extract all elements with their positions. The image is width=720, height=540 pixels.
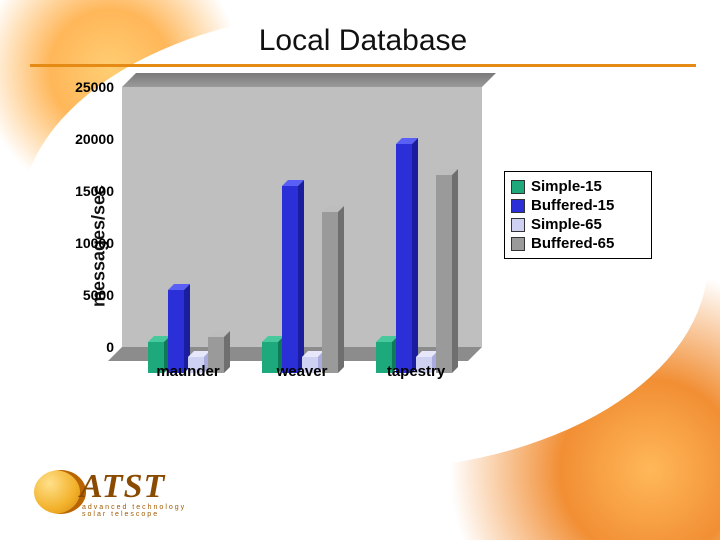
y-tick: 25000: [75, 79, 114, 95]
x-tick-label: weaver: [277, 363, 328, 380]
x-tick-label: maunder: [156, 363, 219, 380]
legend-item: Simple-65: [511, 216, 645, 233]
bars-container: [122, 113, 482, 373]
title-rule: [30, 64, 696, 67]
y-tick: 20000: [75, 131, 114, 147]
legend-swatch-icon: [511, 199, 525, 213]
bar: [322, 212, 338, 373]
legend-label: Buffered-15: [531, 197, 614, 214]
legend-item: Simple-15: [511, 178, 645, 195]
chart: messages/sec 0500010000150002000025000 m…: [48, 81, 648, 411]
legend-item: Buffered-65: [511, 235, 645, 252]
plot-area: [122, 87, 482, 373]
x-tick-label: tapestry: [387, 363, 445, 380]
y-axis: 0500010000150002000025000: [88, 87, 118, 347]
logo: ATST advanced technology solar telescope: [34, 470, 194, 518]
legend-swatch-icon: [511, 237, 525, 251]
bar: [168, 290, 184, 373]
bar: [436, 175, 452, 373]
bar: [282, 186, 298, 373]
logo-word: ATST: [80, 468, 165, 506]
y-tick: 10000: [75, 235, 114, 251]
y-tick: 5000: [83, 287, 114, 303]
logo-tagline: advanced technology solar telescope: [82, 504, 194, 518]
logo-mark-icon: [34, 470, 86, 514]
legend: Simple-15 Buffered-15 Simple-65 Buffered-65: [504, 171, 652, 259]
legend-swatch-icon: [511, 180, 525, 194]
content: Local Database messages/sec 050001000015…: [30, 24, 696, 452]
legend-label: Buffered-65: [531, 235, 614, 252]
legend-item: Buffered-15: [511, 197, 645, 214]
legend-label: Simple-15: [531, 178, 602, 195]
legend-label: Simple-65: [531, 216, 602, 233]
page-title: Local Database: [30, 24, 696, 58]
bar: [396, 144, 412, 373]
legend-swatch-icon: [511, 218, 525, 232]
y-tick: 0: [106, 339, 114, 355]
y-tick: 15000: [75, 183, 114, 199]
